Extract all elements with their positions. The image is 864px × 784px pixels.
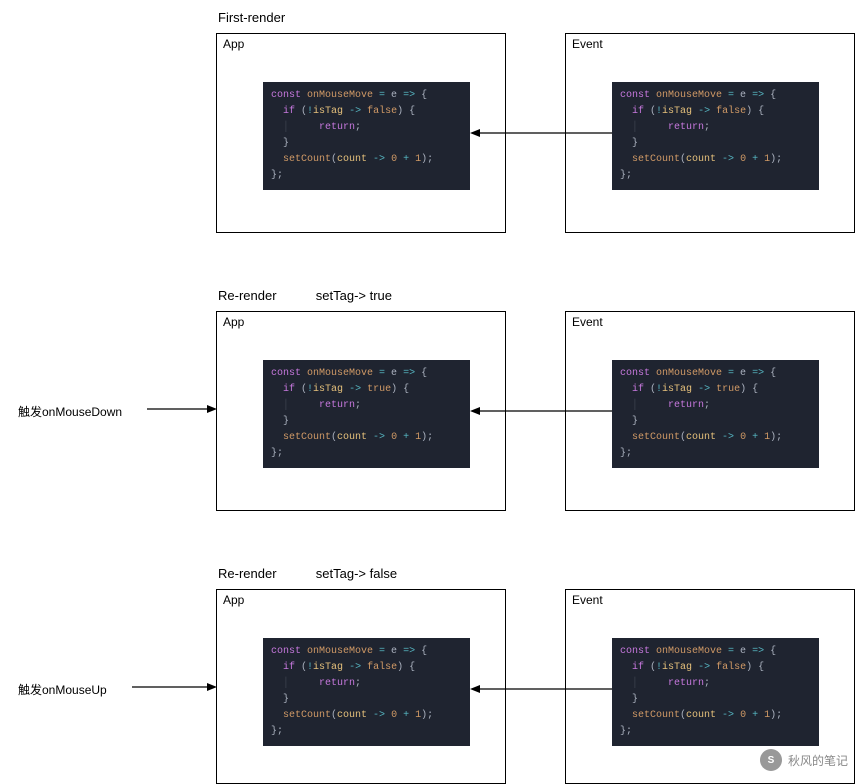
arrow-event-to-app [470,684,612,694]
arrow-event-to-app [470,128,612,138]
app-label: App [223,315,244,329]
side-label: 触发onMouseDown [18,403,122,420]
watermark: S 秋风的笔记 [760,749,848,771]
row-heading: Re-render setTag-> false [218,566,397,581]
heading-main: First-render [218,10,285,25]
heading-sub: setTag-> false [316,566,397,581]
event-code-block: const onMouseMove = e => { if (!isTag ->… [612,82,819,190]
event-label: Event [572,593,603,607]
app-code-block: const onMouseMove = e => { if (!isTag ->… [263,360,470,468]
watermark-icon: S [760,749,782,771]
app-code-block: const onMouseMove = e => { if (!isTag ->… [263,82,470,190]
row-heading: First-render [218,10,285,25]
watermark-text: 秋风的笔记 [788,752,848,769]
heading-main: Re-render [218,566,277,581]
app-label: App [223,37,244,51]
arrow-side-to-app [147,404,217,414]
app-label: App [223,593,244,607]
arrow-side-to-app [132,682,217,692]
app-code-block: const onMouseMove = e => { if (!isTag ->… [263,638,470,746]
event-label: Event [572,315,603,329]
side-label: 触发onMouseUp [18,681,107,698]
event-code-block: const onMouseMove = e => { if (!isTag ->… [612,638,819,746]
app-box: App const onMouseMove = e => { if (!isTa… [216,311,506,511]
app-box: App const onMouseMove = e => { if (!isTa… [216,33,506,233]
arrow-event-to-app [470,406,612,416]
heading-main: Re-render [218,288,277,303]
row-heading: Re-render setTag-> true [218,288,392,303]
event-label: Event [572,37,603,51]
heading-sub: setTag-> true [316,288,392,303]
app-box: App const onMouseMove = e => { if (!isTa… [216,589,506,784]
event-code-block: const onMouseMove = e => { if (!isTag ->… [612,360,819,468]
